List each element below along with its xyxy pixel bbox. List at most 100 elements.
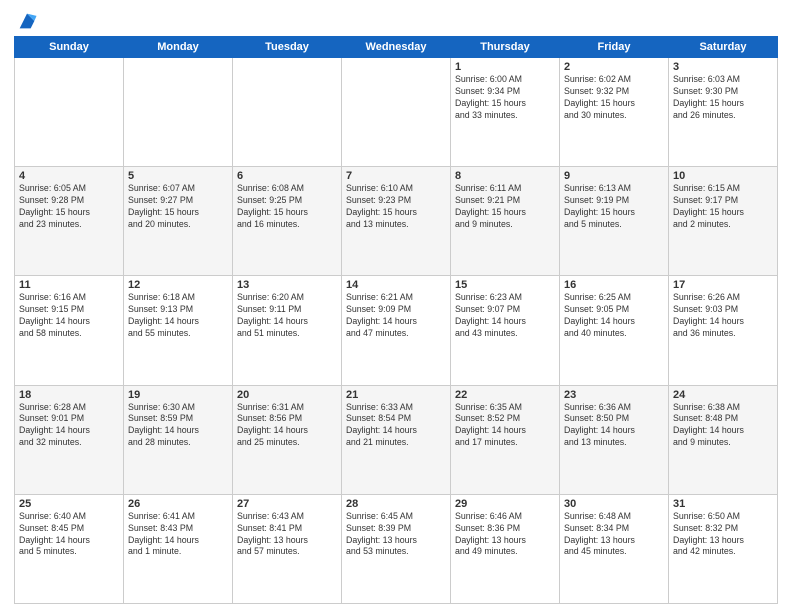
day-info: Sunrise: 6:43 AM Sunset: 8:41 PM Dayligh… xyxy=(237,511,337,559)
calendar-cell xyxy=(15,58,124,167)
day-number: 11 xyxy=(19,279,119,291)
day-info: Sunrise: 6:02 AM Sunset: 9:32 PM Dayligh… xyxy=(564,74,664,122)
calendar-cell: 25Sunrise: 6:40 AM Sunset: 8:45 PM Dayli… xyxy=(15,494,124,603)
day-info: Sunrise: 6:00 AM Sunset: 9:34 PM Dayligh… xyxy=(455,74,555,122)
calendar-cell: 2Sunrise: 6:02 AM Sunset: 9:32 PM Daylig… xyxy=(560,58,669,167)
calendar-cell: 9Sunrise: 6:13 AM Sunset: 9:19 PM Daylig… xyxy=(560,167,669,276)
day-number: 3 xyxy=(673,61,773,73)
calendar-cell: 22Sunrise: 6:35 AM Sunset: 8:52 PM Dayli… xyxy=(451,385,560,494)
week-row-5: 25Sunrise: 6:40 AM Sunset: 8:45 PM Dayli… xyxy=(15,494,778,603)
calendar-cell: 26Sunrise: 6:41 AM Sunset: 8:43 PM Dayli… xyxy=(124,494,233,603)
calendar-cell: 11Sunrise: 6:16 AM Sunset: 9:15 PM Dayli… xyxy=(15,276,124,385)
day-info: Sunrise: 6:07 AM Sunset: 9:27 PM Dayligh… xyxy=(128,183,228,231)
day-number: 22 xyxy=(455,389,555,401)
day-info: Sunrise: 6:16 AM Sunset: 9:15 PM Dayligh… xyxy=(19,292,119,340)
calendar-cell: 21Sunrise: 6:33 AM Sunset: 8:54 PM Dayli… xyxy=(342,385,451,494)
calendar-cell: 3Sunrise: 6:03 AM Sunset: 9:30 PM Daylig… xyxy=(669,58,778,167)
day-number: 17 xyxy=(673,279,773,291)
day-info: Sunrise: 6:36 AM Sunset: 8:50 PM Dayligh… xyxy=(564,402,664,450)
logo-icon xyxy=(16,10,38,32)
calendar-cell xyxy=(124,58,233,167)
day-number: 14 xyxy=(346,279,446,291)
day-number: 16 xyxy=(564,279,664,291)
header xyxy=(14,10,778,32)
day-number: 30 xyxy=(564,498,664,510)
day-info: Sunrise: 6:18 AM Sunset: 9:13 PM Dayligh… xyxy=(128,292,228,340)
day-info: Sunrise: 6:31 AM Sunset: 8:56 PM Dayligh… xyxy=(237,402,337,450)
calendar-cell xyxy=(233,58,342,167)
day-info: Sunrise: 6:08 AM Sunset: 9:25 PM Dayligh… xyxy=(237,183,337,231)
day-number: 10 xyxy=(673,170,773,182)
logo xyxy=(14,10,38,32)
day-number: 12 xyxy=(128,279,228,291)
calendar-cell: 7Sunrise: 6:10 AM Sunset: 9:23 PM Daylig… xyxy=(342,167,451,276)
day-info: Sunrise: 6:28 AM Sunset: 9:01 PM Dayligh… xyxy=(19,402,119,450)
day-info: Sunrise: 6:41 AM Sunset: 8:43 PM Dayligh… xyxy=(128,511,228,559)
day-number: 31 xyxy=(673,498,773,510)
calendar-cell: 15Sunrise: 6:23 AM Sunset: 9:07 PM Dayli… xyxy=(451,276,560,385)
calendar-cell: 1Sunrise: 6:00 AM Sunset: 9:34 PM Daylig… xyxy=(451,58,560,167)
day-number: 25 xyxy=(19,498,119,510)
day-info: Sunrise: 6:30 AM Sunset: 8:59 PM Dayligh… xyxy=(128,402,228,450)
day-info: Sunrise: 6:45 AM Sunset: 8:39 PM Dayligh… xyxy=(346,511,446,559)
page: SundayMondayTuesdayWednesdayThursdayFrid… xyxy=(0,0,792,612)
day-number: 28 xyxy=(346,498,446,510)
day-number: 4 xyxy=(19,170,119,182)
day-number: 2 xyxy=(564,61,664,73)
calendar-cell: 24Sunrise: 6:38 AM Sunset: 8:48 PM Dayli… xyxy=(669,385,778,494)
calendar-cell: 18Sunrise: 6:28 AM Sunset: 9:01 PM Dayli… xyxy=(15,385,124,494)
day-info: Sunrise: 6:38 AM Sunset: 8:48 PM Dayligh… xyxy=(673,402,773,450)
day-number: 24 xyxy=(673,389,773,401)
calendar-cell: 27Sunrise: 6:43 AM Sunset: 8:41 PM Dayli… xyxy=(233,494,342,603)
calendar-cell: 19Sunrise: 6:30 AM Sunset: 8:59 PM Dayli… xyxy=(124,385,233,494)
day-number: 27 xyxy=(237,498,337,510)
calendar-cell: 12Sunrise: 6:18 AM Sunset: 9:13 PM Dayli… xyxy=(124,276,233,385)
day-info: Sunrise: 6:40 AM Sunset: 8:45 PM Dayligh… xyxy=(19,511,119,559)
day-info: Sunrise: 6:35 AM Sunset: 8:52 PM Dayligh… xyxy=(455,402,555,450)
day-number: 7 xyxy=(346,170,446,182)
day-number: 5 xyxy=(128,170,228,182)
calendar-cell: 30Sunrise: 6:48 AM Sunset: 8:34 PM Dayli… xyxy=(560,494,669,603)
day-info: Sunrise: 6:46 AM Sunset: 8:36 PM Dayligh… xyxy=(455,511,555,559)
day-info: Sunrise: 6:05 AM Sunset: 9:28 PM Dayligh… xyxy=(19,183,119,231)
day-number: 20 xyxy=(237,389,337,401)
calendar-cell: 17Sunrise: 6:26 AM Sunset: 9:03 PM Dayli… xyxy=(669,276,778,385)
day-info: Sunrise: 6:33 AM Sunset: 8:54 PM Dayligh… xyxy=(346,402,446,450)
calendar-table: SundayMondayTuesdayWednesdayThursdayFrid… xyxy=(14,36,778,604)
day-number: 1 xyxy=(455,61,555,73)
calendar-cell: 29Sunrise: 6:46 AM Sunset: 8:36 PM Dayli… xyxy=(451,494,560,603)
day-info: Sunrise: 6:50 AM Sunset: 8:32 PM Dayligh… xyxy=(673,511,773,559)
day-number: 21 xyxy=(346,389,446,401)
calendar-cell: 23Sunrise: 6:36 AM Sunset: 8:50 PM Dayli… xyxy=(560,385,669,494)
calendar-cell: 31Sunrise: 6:50 AM Sunset: 8:32 PM Dayli… xyxy=(669,494,778,603)
weekday-header-friday: Friday xyxy=(560,37,669,58)
day-info: Sunrise: 6:10 AM Sunset: 9:23 PM Dayligh… xyxy=(346,183,446,231)
calendar-cell: 4Sunrise: 6:05 AM Sunset: 9:28 PM Daylig… xyxy=(15,167,124,276)
day-info: Sunrise: 6:11 AM Sunset: 9:21 PM Dayligh… xyxy=(455,183,555,231)
weekday-header-tuesday: Tuesday xyxy=(233,37,342,58)
day-number: 29 xyxy=(455,498,555,510)
day-info: Sunrise: 6:03 AM Sunset: 9:30 PM Dayligh… xyxy=(673,74,773,122)
day-number: 13 xyxy=(237,279,337,291)
day-number: 8 xyxy=(455,170,555,182)
calendar-cell: 6Sunrise: 6:08 AM Sunset: 9:25 PM Daylig… xyxy=(233,167,342,276)
day-number: 15 xyxy=(455,279,555,291)
calendar-cell: 14Sunrise: 6:21 AM Sunset: 9:09 PM Dayli… xyxy=(342,276,451,385)
day-info: Sunrise: 6:23 AM Sunset: 9:07 PM Dayligh… xyxy=(455,292,555,340)
day-info: Sunrise: 6:48 AM Sunset: 8:34 PM Dayligh… xyxy=(564,511,664,559)
day-info: Sunrise: 6:15 AM Sunset: 9:17 PM Dayligh… xyxy=(673,183,773,231)
weekday-header-monday: Monday xyxy=(124,37,233,58)
weekday-header-saturday: Saturday xyxy=(669,37,778,58)
calendar-cell: 8Sunrise: 6:11 AM Sunset: 9:21 PM Daylig… xyxy=(451,167,560,276)
calendar-cell xyxy=(342,58,451,167)
calendar-cell: 20Sunrise: 6:31 AM Sunset: 8:56 PM Dayli… xyxy=(233,385,342,494)
weekday-header-thursday: Thursday xyxy=(451,37,560,58)
day-info: Sunrise: 6:26 AM Sunset: 9:03 PM Dayligh… xyxy=(673,292,773,340)
day-number: 18 xyxy=(19,389,119,401)
day-number: 6 xyxy=(237,170,337,182)
weekday-header-sunday: Sunday xyxy=(15,37,124,58)
week-row-3: 11Sunrise: 6:16 AM Sunset: 9:15 PM Dayli… xyxy=(15,276,778,385)
calendar-cell: 13Sunrise: 6:20 AM Sunset: 9:11 PM Dayli… xyxy=(233,276,342,385)
week-row-1: 1Sunrise: 6:00 AM Sunset: 9:34 PM Daylig… xyxy=(15,58,778,167)
day-info: Sunrise: 6:20 AM Sunset: 9:11 PM Dayligh… xyxy=(237,292,337,340)
